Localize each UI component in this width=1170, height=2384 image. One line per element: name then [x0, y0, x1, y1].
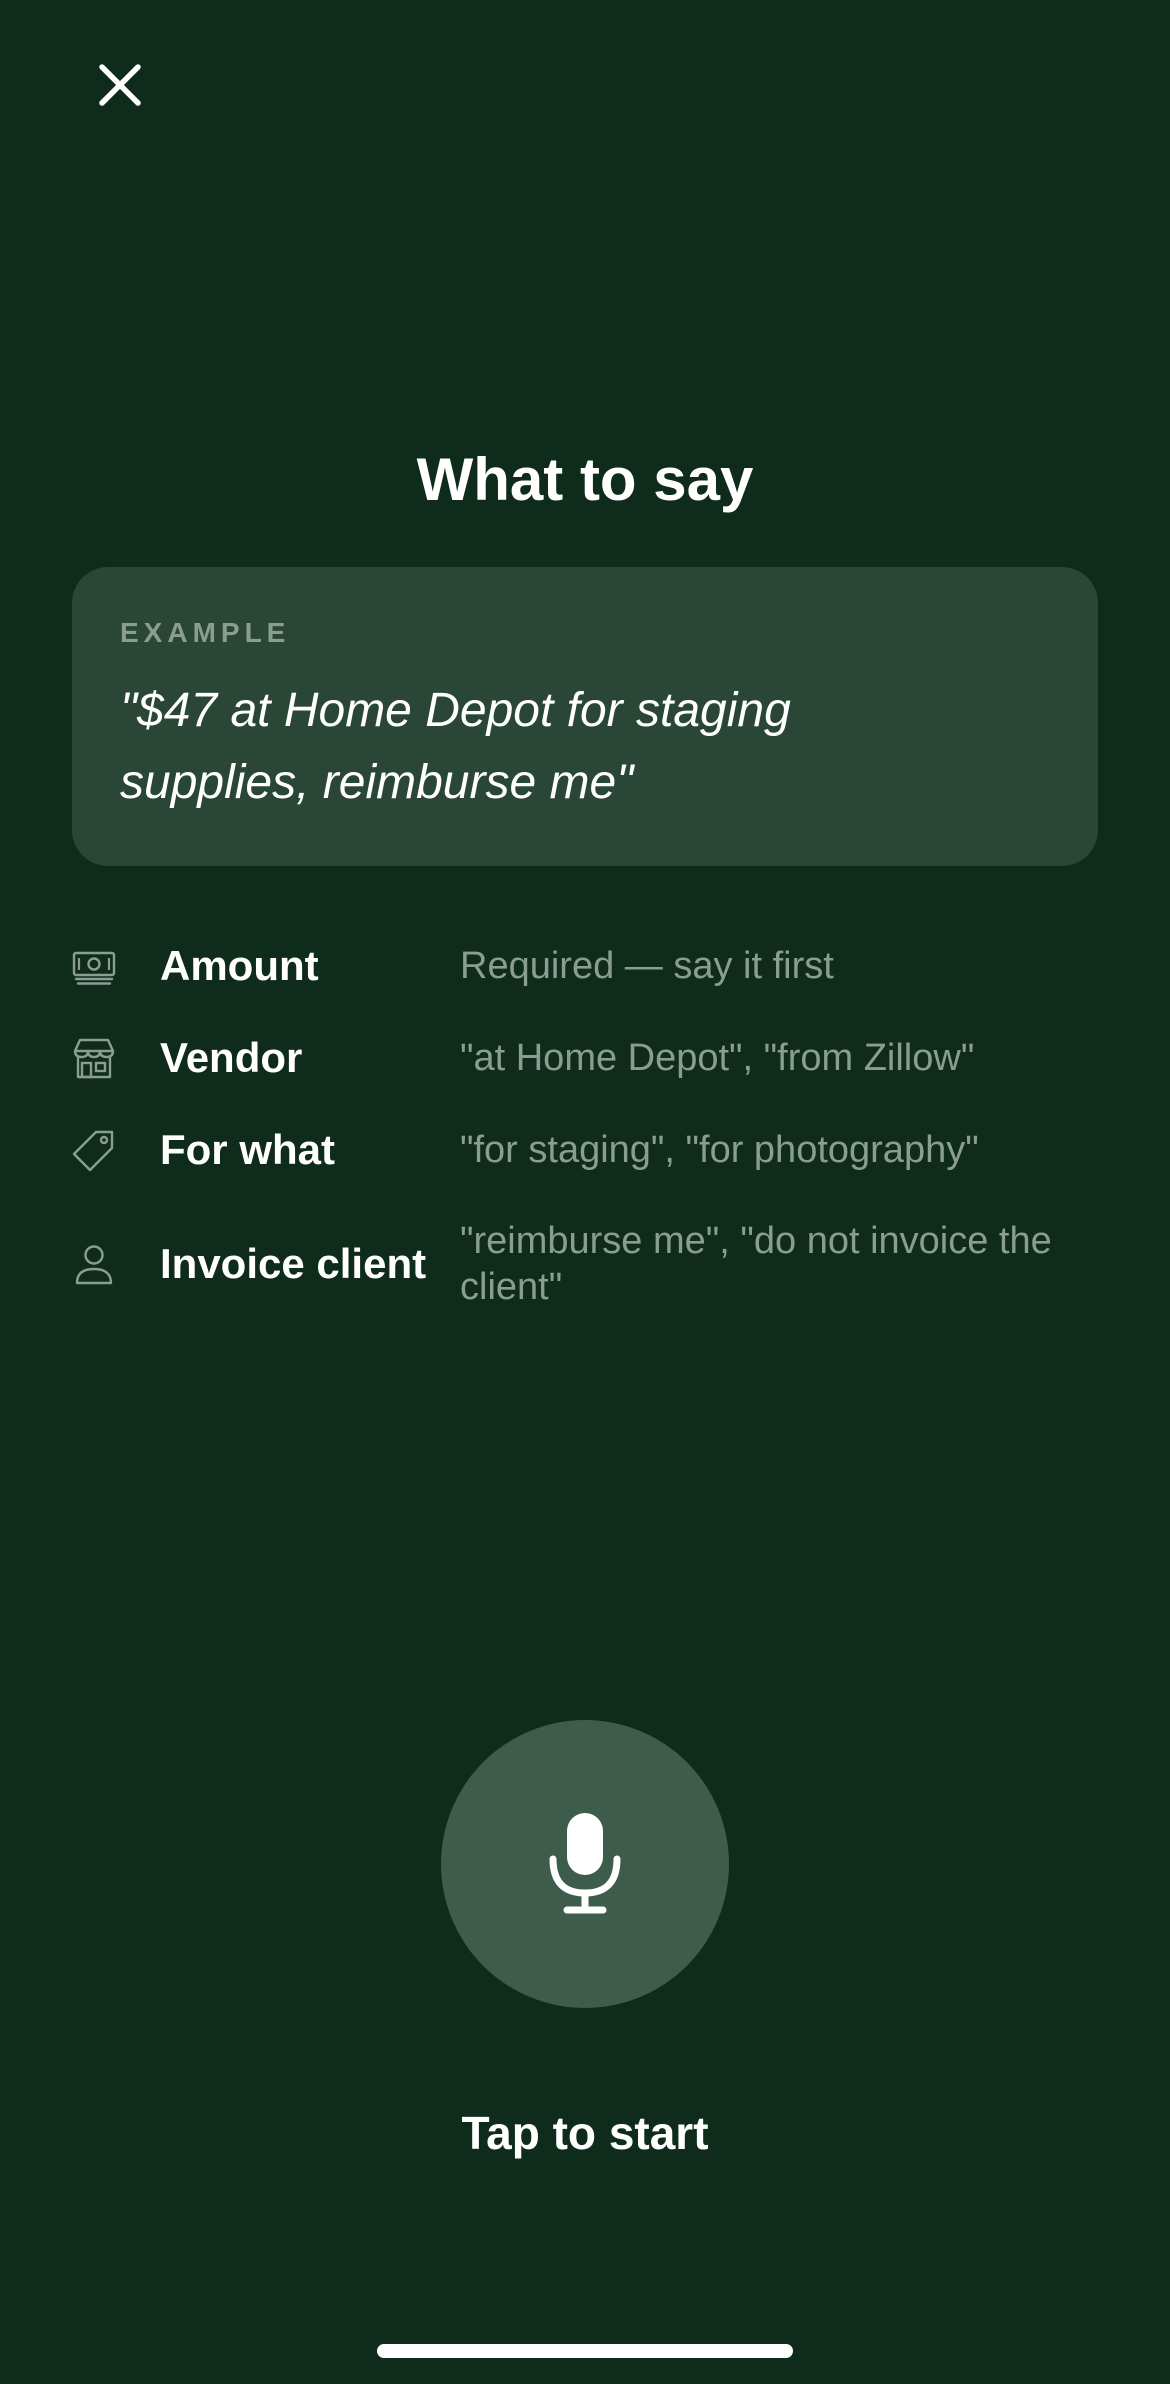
hint-name: Invoice client	[160, 1240, 427, 1287]
example-card: EXAMPLE "$47 at Home Depot for staging s…	[72, 567, 1098, 866]
microphone-icon	[549, 1813, 621, 1914]
hint-row-for-what: For what "for staging", "for photography…	[72, 1104, 1112, 1196]
close-button[interactable]	[90, 55, 150, 115]
hint-name: Vendor	[160, 1034, 303, 1081]
example-label: EXAMPLE	[120, 617, 291, 648]
person-icon	[72, 1242, 116, 1286]
page-title: What to say	[416, 446, 754, 513]
hint-description: "for staging", "for photography"	[460, 1129, 979, 1171]
hint-row-vendor: Vendor "at Home Depot", "from Zillow"	[72, 1012, 1112, 1104]
hint-row-amount: Amount Required — say it first	[72, 920, 1112, 1012]
hint-description: "reimburse me", "do not invoice the clie…	[460, 1220, 1052, 1308]
tap-to-start-label: Tap to start	[461, 2107, 709, 2159]
example-quote: "$47 at Home Depot for staging supplies,…	[120, 684, 791, 809]
hint-name: Amount	[160, 942, 319, 989]
hint-description: "at Home Depot", "from Zillow"	[460, 1037, 975, 1079]
hint-name: For what	[160, 1126, 335, 1173]
storefront-icon	[72, 1036, 116, 1080]
close-icon	[99, 64, 141, 106]
tag-icon	[72, 1128, 116, 1172]
hint-row-invoice-client: Invoice client "reimburse me", "do not i…	[72, 1196, 1112, 1332]
home-indicator[interactable]	[377, 2344, 793, 2358]
record-button[interactable]	[441, 1720, 729, 2008]
hint-list: Amount Required — say it first Vendor "a…	[72, 920, 1112, 1332]
cash-icon	[72, 944, 116, 988]
hint-description: Required — say it first	[460, 945, 834, 987]
